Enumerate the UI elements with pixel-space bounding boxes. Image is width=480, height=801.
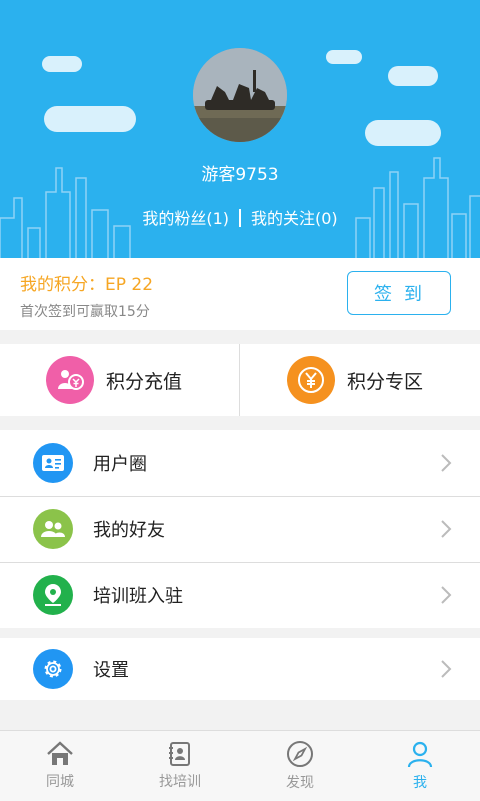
chevron-right-icon — [441, 454, 452, 472]
yen-coin-icon — [287, 356, 335, 404]
tab-label: 同城 — [46, 774, 74, 790]
points-panel: 我的积分：EP 22 首次签到可赢取15分 签到 — [0, 258, 480, 330]
menu-item-label: 设置 — [93, 660, 129, 681]
person-icon — [407, 741, 433, 768]
points-subtitle: 首次签到可赢取15分 — [20, 304, 150, 320]
tab-label: 发现 — [286, 775, 314, 791]
profile-header: 游客9753 我的粉丝(1) 我的关注(0) — [0, 0, 480, 258]
divider — [239, 209, 241, 227]
cloud-decoration — [44, 106, 136, 132]
menu-item-settings[interactable]: 设置 — [0, 638, 480, 700]
location-pin-icon — [33, 575, 73, 615]
menu-item-label: 我的好友 — [93, 520, 165, 541]
chevron-right-icon — [441, 660, 452, 678]
menu-list: 用户圈 我的好友 培训班入驻 — [0, 430, 480, 628]
friends-icon — [33, 509, 73, 549]
avatar[interactable] — [193, 48, 287, 142]
divider — [239, 344, 240, 416]
signin-button[interactable]: 签到 — [347, 271, 451, 315]
points-title: 我的积分：EP 22 — [20, 275, 154, 295]
points-zone-button[interactable]: 积分专区 — [287, 344, 423, 416]
chevron-right-icon — [441, 586, 452, 604]
quick-actions: 积分充值 积分专区 — [0, 344, 480, 416]
compass-icon — [287, 741, 313, 767]
fans-link[interactable]: 我的粉丝(1) — [142, 209, 229, 228]
cloud-decoration — [365, 120, 441, 146]
recharge-icon — [46, 356, 94, 404]
id-card-icon — [33, 443, 73, 483]
bottom-tab-bar: 同城 找培训 发现 我 — [0, 730, 480, 801]
cloud-decoration — [388, 66, 438, 86]
tab-label: 找培训 — [159, 774, 201, 790]
gear-icon — [33, 649, 73, 689]
points-zone-label: 积分专区 — [347, 370, 424, 393]
tab-discover[interactable]: 发现 — [240, 731, 360, 801]
menu-item-my-friends[interactable]: 我的好友 — [0, 496, 480, 562]
social-stats: 我的粉丝(1) 我的关注(0) — [0, 205, 480, 229]
recharge-points-button[interactable]: 积分充值 — [46, 344, 182, 416]
settings-list: 设置 — [0, 638, 480, 700]
tab-find-training[interactable]: 找培训 — [120, 731, 240, 801]
follow-link[interactable]: 我的关注(0) — [251, 209, 338, 228]
cloud-decoration — [326, 50, 362, 64]
tab-local[interactable]: 同城 — [0, 731, 120, 801]
menu-item-label: 培训班入驻 — [93, 586, 183, 607]
recharge-label: 积分充值 — [106, 370, 183, 393]
cloud-decoration — [42, 56, 82, 72]
menu-item-user-circle[interactable]: 用户圈 — [0, 430, 480, 496]
home-icon — [47, 741, 73, 765]
chevron-right-icon — [441, 520, 452, 538]
tab-me[interactable]: 我 — [360, 731, 480, 801]
menu-item-label: 用户圈 — [93, 454, 147, 475]
tab-label: 我 — [413, 775, 427, 791]
username: 游客9753 — [201, 165, 279, 185]
menu-item-training-register[interactable]: 培训班入驻 — [0, 562, 480, 628]
contact-book-icon — [169, 742, 190, 766]
